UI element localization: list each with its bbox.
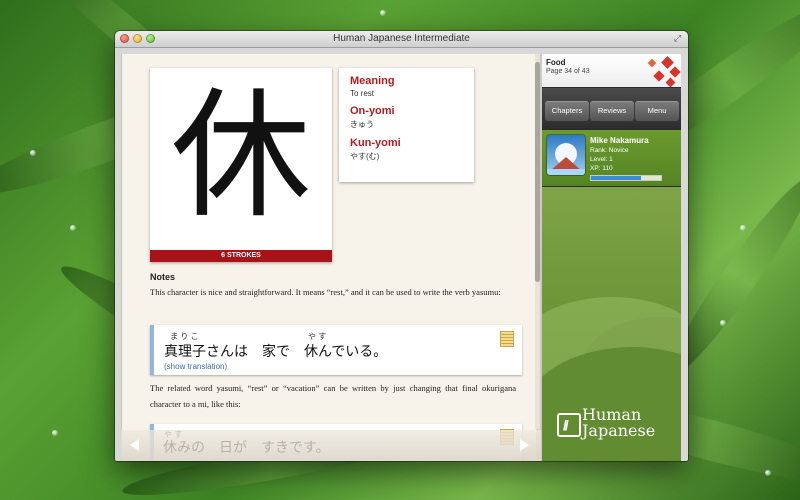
sidebar-landscape: // Human Japanese <box>542 187 681 461</box>
kanji-card[interactable]: 休 6 STROKES <box>150 68 332 262</box>
xp-progress-fill <box>591 176 642 180</box>
previous-page-arrow-icon[interactable] <box>130 439 139 451</box>
page-navigation-bar: 休みの 日が すきです。 <box>121 430 541 461</box>
sidebar-tabs: Chapters Reviews Menu <box>542 88 681 128</box>
fullscreen-icon[interactable]: ⤢ <box>674 34 683 43</box>
example-sentence-box[interactable]: ま り こ や す 真理子さんは 家で 休んでいる。 (show transla… <box>150 325 522 375</box>
notepad-icon[interactable] <box>500 331 514 347</box>
show-translation-link[interactable]: (show translation) <box>164 362 227 371</box>
window-title: Human Japanese Intermediate <box>333 33 470 44</box>
user-level: Level: 1 <box>590 156 613 163</box>
reviews-button[interactable]: Reviews <box>590 101 634 121</box>
kunyomi-label: Kun-yomi <box>350 137 401 149</box>
title-bar: Human Japanese Intermediate ⤢ <box>115 31 688 48</box>
user-rank: Rank: Novice <box>590 147 629 154</box>
logo-mark-icon: // <box>557 413 581 437</box>
onyomi-value: きゅう <box>350 120 374 129</box>
user-name: Mike Nakamura <box>590 136 649 145</box>
user-profile[interactable]: Mike Nakamura Rank: Novice Level: 1 XP: … <box>542 130 681 186</box>
next-page-arrow-icon[interactable] <box>520 439 529 451</box>
meaning-value: To rest <box>350 89 375 98</box>
stroke-order-button[interactable]: 6 STROKES <box>150 250 332 262</box>
kanji-info-card: Meaning To rest On-yomi きゅう Kun-yomi やす(… <box>339 68 474 182</box>
maple-leaves-icon <box>641 54 681 87</box>
page-indicator: Page 34 of 43 <box>546 68 590 75</box>
chapters-button[interactable]: Chapters <box>545 101 589 121</box>
window-content: 休 6 STROKES Meaning To rest On-yomi きゅう … <box>115 48 688 461</box>
app-window: Human Japanese Intermediate ⤢ 休 6 STROKE… <box>115 31 688 461</box>
chapter-info: Food Page 34 of 43 <box>542 54 681 87</box>
user-xp: XP: 110 <box>590 165 613 172</box>
notes-paragraph-2: The related word yasumi, “rest” or “vaca… <box>150 383 516 409</box>
example-sentence-2: 休みの 日が すきです。 <box>163 439 330 455</box>
human-japanese-logo: // Human Japanese <box>557 405 677 445</box>
logo-text-line-2: Japanese <box>582 421 656 440</box>
lesson-page[interactable]: 休 6 STROKES Meaning To rest On-yomi きゅう … <box>121 54 536 461</box>
kunyomi-value: やす(む) <box>350 152 380 161</box>
menu-button[interactable]: Menu <box>635 101 679 121</box>
chapter-topic: Food <box>546 58 566 67</box>
onyomi-label: On-yomi <box>350 105 395 117</box>
avatar <box>547 135 585 175</box>
meaning-label: Meaning <box>350 75 395 87</box>
xp-progress-bar <box>590 175 662 181</box>
notes-paragraph-1: This character is nice and straightforwa… <box>150 287 501 297</box>
sidebar: Food Page 34 of 43 Chapters Reviews Menu <box>542 54 681 461</box>
example-sentence: 真理子さんは 家で 休んでいる。 <box>164 343 388 359</box>
notes-heading: Notes <box>150 272 176 282</box>
kanji-character: 休 <box>170 75 311 238</box>
